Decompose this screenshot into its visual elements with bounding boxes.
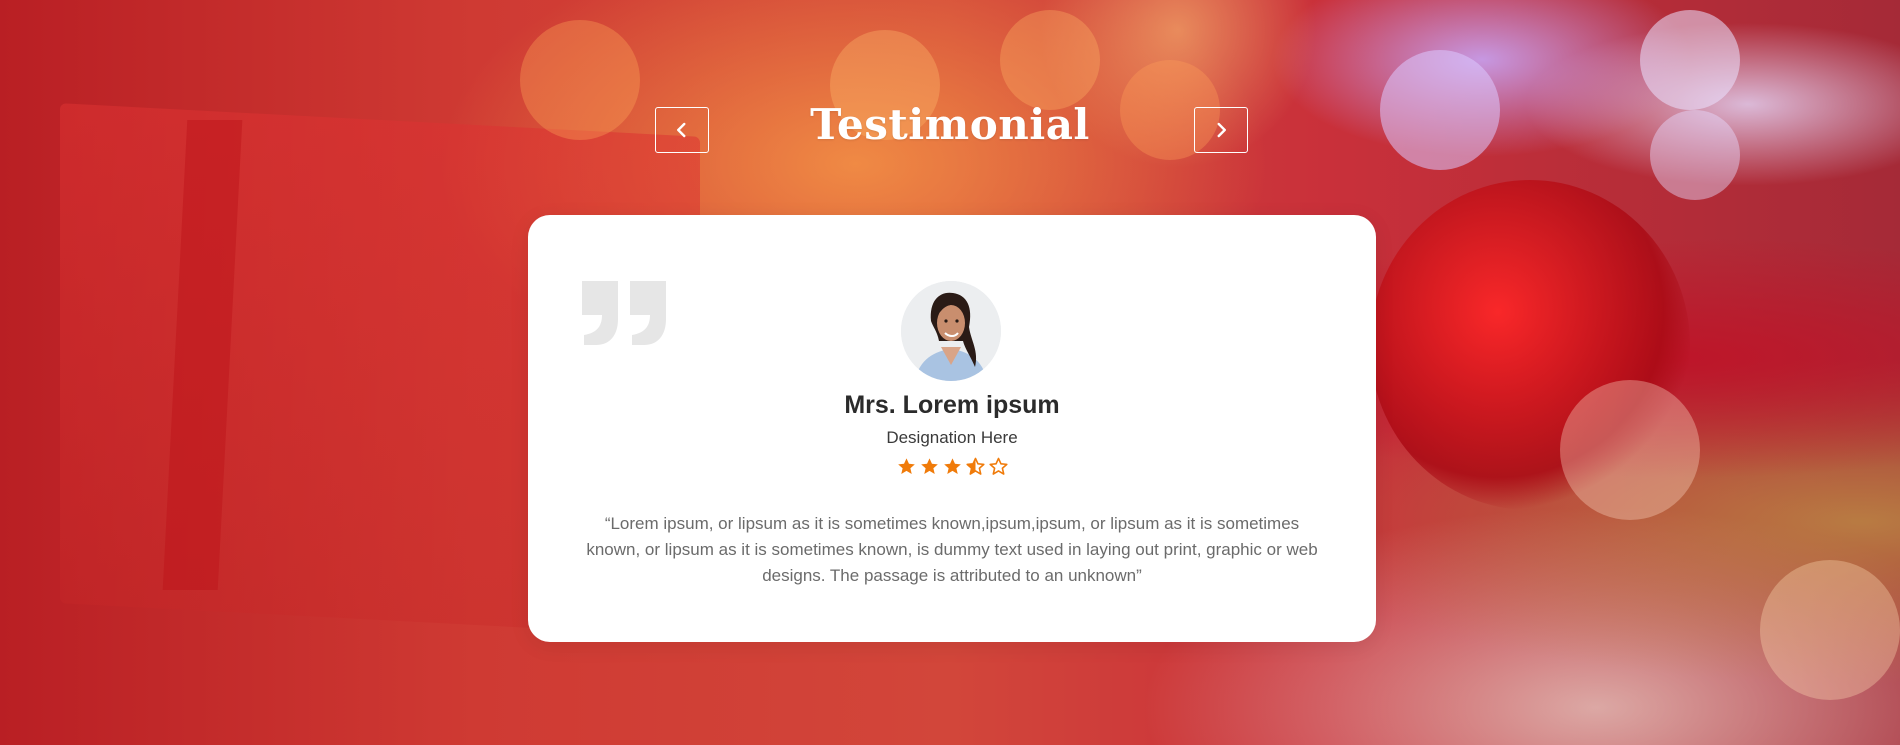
star-filled-icon <box>897 458 915 475</box>
bokeh-light <box>1380 50 1500 170</box>
testimonial-text: “Lorem ipsum, or lipsum as it is sometim… <box>586 514 1318 585</box>
chevron-left-icon <box>677 122 686 138</box>
bokeh-light <box>1760 560 1900 700</box>
chevron-right-icon <box>1217 122 1226 138</box>
bokeh-light <box>1560 380 1700 520</box>
rating-stars <box>528 457 1376 476</box>
designation: Designation Here <box>886 428 1018 447</box>
person-photo <box>901 281 1001 381</box>
section-title: Testimonial <box>810 100 1090 149</box>
star-filled-icon <box>920 458 938 475</box>
bokeh-light <box>520 20 640 140</box>
avatar <box>901 281 1001 381</box>
star-empty-icon <box>988 457 1008 475</box>
bokeh-light <box>1000 10 1100 110</box>
person-name: Mrs. Lorem ipsum <box>844 391 1060 419</box>
bokeh-light <box>1640 10 1740 110</box>
next-button[interactable] <box>1194 107 1248 153</box>
star-filled-icon <box>943 458 961 475</box>
testimonial-card: Mrs. Lorem ipsum Designation Here “Lorem… <box>528 215 1376 642</box>
star-half-icon <box>965 457 985 475</box>
quote-icon <box>582 281 666 345</box>
bokeh-light <box>1650 110 1740 200</box>
previous-button[interactable] <box>655 107 709 153</box>
